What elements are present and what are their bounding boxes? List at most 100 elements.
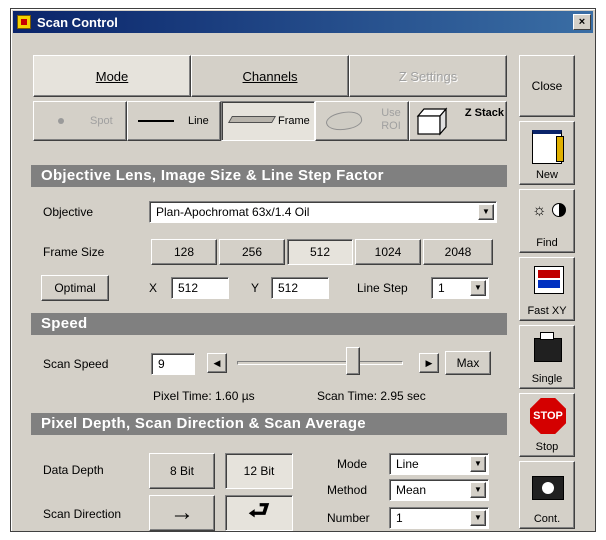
y-size-value: 512 <box>278 281 299 295</box>
frame-mode-label: Frame <box>278 115 310 127</box>
chevron-down-icon[interactable]: ▼ <box>470 510 486 526</box>
tab-channels[interactable]: Channels <box>191 55 349 97</box>
average-method-dropdown[interactable]: Mean ▼ <box>389 479 489 501</box>
pixel-section-header: Pixel Depth, Scan Direction & Scan Avera… <box>31 413 507 435</box>
chevron-down-icon[interactable]: ▼ <box>478 204 494 220</box>
single-button[interactable]: Single <box>519 325 575 389</box>
arrow-left-icon: ◀ <box>213 357 221 368</box>
tab-z-settings[interactable]: Z Settings <box>349 55 507 97</box>
new-button[interactable]: New <box>519 121 575 185</box>
arrow-right-icon: ▶ <box>425 357 433 368</box>
find-button[interactable]: ☼ Find <box>519 189 575 253</box>
spot-icon <box>58 118 64 124</box>
frame-size-2048-label: 2048 <box>444 245 472 259</box>
z-stack-mode-button[interactable]: Z Stack <box>409 101 507 141</box>
frame-size-512-label: 512 <box>309 245 331 259</box>
depth-12-bit-label: 12 Bit <box>243 464 275 478</box>
y-label: Y <box>251 281 260 295</box>
title-bar[interactable]: Scan Control × <box>13 11 593 33</box>
frame-size-2048-button[interactable]: 2048 <box>423 239 493 265</box>
scan-speed-value: 9 <box>158 357 165 371</box>
chevron-down-icon[interactable]: ▼ <box>470 482 486 498</box>
z-stack-mode-label: Z Stack <box>464 107 504 119</box>
depth-12-bit-button[interactable]: 12 Bit <box>225 453 293 489</box>
optimal-label: Optimal <box>54 281 96 295</box>
arrow-right-icon: → <box>170 499 194 526</box>
frame-size-256-button[interactable]: 256 <box>219 239 285 265</box>
roi-mode-label: Use ROI <box>381 107 401 132</box>
camera-icon-flash <box>540 332 554 340</box>
objective-dropdown[interactable]: Plan-Apochromat 63x/1.4 Oil ▼ <box>149 201 497 223</box>
sun-icon: ☼ <box>532 202 547 219</box>
find-label: Find <box>536 237 558 249</box>
chevron-down-icon[interactable]: ▼ <box>470 280 486 296</box>
camera-icon <box>534 338 562 362</box>
objective-value: Plan-Apochromat 63x/1.4 Oil <box>156 205 310 219</box>
scan-time: Scan Time: 2.95 sec <box>317 389 426 403</box>
scan-direction-bidirectional-button[interactable]: ⮐ <box>225 495 293 531</box>
fast-xy-icon-blue <box>538 280 560 288</box>
scan-direction-unidirectional-button[interactable]: → <box>149 495 215 531</box>
frame-size-1024-button[interactable]: 1024 <box>355 239 421 265</box>
tab-mode[interactable]: Mode <box>33 55 191 97</box>
close-button[interactable]: Close <box>519 55 575 117</box>
stop-sign-icon: STOP <box>530 398 566 434</box>
spot-mode-button[interactable]: Spot <box>33 101 127 141</box>
tab-mode-label: Mode <box>95 68 129 84</box>
scan-speed-label: Scan Speed <box>43 357 109 371</box>
frame-size-512-button[interactable]: 512 <box>287 239 353 265</box>
cont-label: Cont. <box>533 513 561 525</box>
stop-sign-text: STOP <box>533 410 563 422</box>
depth-8-bit-label: 8 Bit <box>169 464 194 478</box>
depth-8-bit-button[interactable]: 8 Bit <box>149 453 215 489</box>
line-step-value: 1 <box>438 281 445 295</box>
frame-size-256-label: 256 <box>241 245 263 259</box>
line-step-dropdown[interactable]: 1 ▼ <box>431 277 489 299</box>
scan-speed-input[interactable]: 9 <box>151 353 195 375</box>
x-label: X <box>149 281 158 295</box>
average-number-dropdown[interactable]: 1 ▼ <box>389 507 489 529</box>
return-arrow-icon: ⮐ <box>248 496 270 524</box>
stop-label: Stop <box>535 441 559 453</box>
single-label: Single <box>531 373 563 385</box>
cont-button[interactable]: Cont. <box>519 461 575 529</box>
window-title: Scan Control <box>37 15 118 30</box>
scan-speed-slider-track[interactable] <box>237 361 403 365</box>
contrast-icon <box>552 203 566 217</box>
line-step-label: Line Step <box>357 281 408 295</box>
line-mode-button[interactable]: Line <box>127 101 221 141</box>
scan-speed-slider-thumb[interactable] <box>346 347 361 375</box>
stop-button[interactable]: STOP Stop <box>519 393 575 457</box>
frame-icon <box>227 116 277 123</box>
tab-channels-label: Channels <box>242 68 298 84</box>
objective-label: Objective <box>43 205 94 219</box>
fast-xy-label: Fast XY <box>527 305 567 317</box>
y-size-input[interactable]: 512 <box>271 277 329 299</box>
video-camera-lens <box>542 482 554 494</box>
objective-section-header: Objective Lens, Image Size & Line Step F… <box>31 165 507 187</box>
fast-xy-button[interactable]: Fast XY <box>519 257 575 321</box>
x-size-input[interactable]: 512 <box>171 277 229 299</box>
method-label: Method <box>327 483 368 497</box>
speed-decrease-button[interactable]: ◀ <box>207 353 227 373</box>
data-depth-label: Data Depth <box>43 463 104 477</box>
max-speed-button[interactable]: Max <box>445 351 491 375</box>
roi-mode-button[interactable]: Use ROI <box>315 101 409 141</box>
frame-size-128-button[interactable]: 128 <box>151 239 217 265</box>
average-number-value: 1 <box>396 511 403 525</box>
number-label: Number <box>327 511 370 525</box>
line-icon <box>138 120 174 122</box>
optimal-button[interactable]: Optimal <box>41 275 109 301</box>
frame-size-1024-label: 1024 <box>374 245 402 259</box>
speed-increase-button[interactable]: ▶ <box>419 353 439 373</box>
frame-size-label: Frame Size <box>43 245 105 259</box>
speed-section-header: Speed <box>31 313 507 335</box>
window-close-button[interactable]: × <box>573 14 591 30</box>
x-size-value: 512 <box>178 281 199 295</box>
average-mode-value: Line <box>396 457 419 471</box>
z-stack-icon <box>416 107 448 136</box>
frame-mode-button[interactable]: Frame <box>221 101 315 141</box>
line-mode-label: Line <box>188 115 209 127</box>
chevron-down-icon[interactable]: ▼ <box>470 456 486 472</box>
average-mode-dropdown[interactable]: Line ▼ <box>389 453 489 475</box>
